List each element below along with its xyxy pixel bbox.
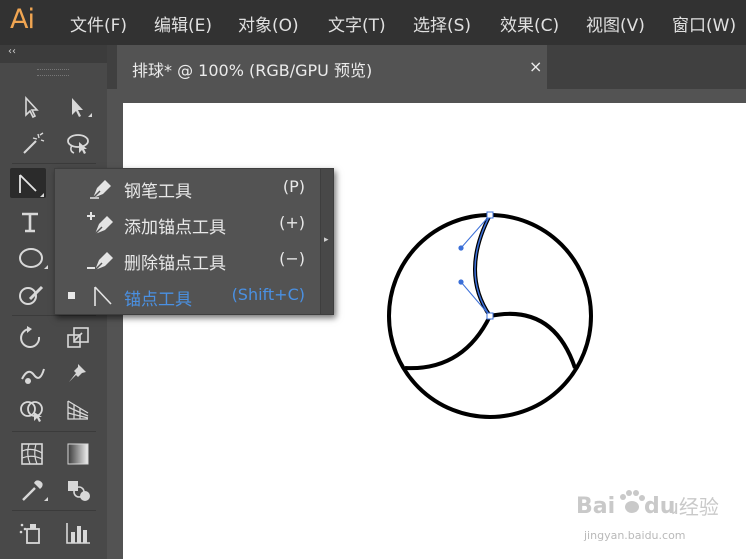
menu-effect[interactable]: 效果(C) (500, 11, 559, 36)
add-anchor-point-icon (87, 212, 113, 235)
gradient-icon (67, 443, 89, 465)
ellipse-tool[interactable] (14, 242, 50, 272)
column-graph-icon (66, 523, 90, 544)
anchor-point (486, 211, 494, 219)
selection-tool[interactable] (14, 92, 50, 122)
shape-builder-icon (20, 401, 43, 422)
watermark-url: jingyan.baidu.com (584, 529, 686, 542)
active-tool-marker (68, 292, 75, 299)
menu-object[interactable]: 对象(O) (238, 11, 299, 36)
pen-tool-flyout: 钢笔工具 (P) 添加锚点工具 (+) 删除锚点工具 (−) 锚点工具 (Shi… (54, 168, 334, 315)
lasso-icon (67, 134, 89, 154)
puppet-warp-tool[interactable] (60, 358, 96, 388)
shaper-icon (19, 285, 44, 305)
symbol-sprayer-tool[interactable] (14, 517, 50, 547)
type-tool[interactable] (14, 206, 50, 236)
direct-selection-arrow-icon (72, 98, 92, 117)
menu-bar: Ai 文件(F) 编辑(E) 对象(O) 文字(T) 选择(S) 效果(C) 视… (0, 0, 746, 45)
collapse-panel-button[interactable]: ‹‹ (8, 46, 16, 57)
anchor-point-tool-icon (19, 174, 44, 197)
delete-anchor-point-icon (87, 252, 113, 271)
selection-arrow-icon (25, 95, 39, 119)
scale-tool[interactable] (60, 322, 96, 352)
blend-tool[interactable] (60, 474, 96, 504)
blend-icon (68, 481, 90, 501)
flyout-shortcut: (Shift+C) (231, 285, 305, 304)
symbol-sprayer-icon (19, 523, 40, 544)
flyout-label: 删除锚点工具 (124, 254, 226, 274)
menu-window[interactable]: 窗口(W) (672, 11, 736, 36)
document-tab-bar: 排球* @ 100% (RGB/GPU 预览) × (107, 45, 746, 89)
ball-seam-left (404, 315, 492, 371)
anchor-point (486, 312, 494, 320)
perspective-grid-tool[interactable] (60, 394, 96, 424)
flyout-shortcut: (+) (279, 213, 305, 232)
pushpin-icon (69, 364, 86, 382)
magic-wand-icon (23, 132, 45, 154)
mesh-tool[interactable] (14, 438, 50, 468)
type-t-icon (22, 212, 38, 233)
document-tab[interactable]: 排球* @ 100% (RGB/GPU 预览) × (117, 45, 547, 89)
shape-builder-tool[interactable] (14, 394, 50, 424)
flyout-label: 钢笔工具 (124, 182, 192, 202)
menu-select[interactable]: 选择(S) (413, 11, 471, 36)
scale-icon (67, 327, 89, 348)
menu-edit[interactable]: 编辑(E) (154, 11, 212, 36)
flyout-item-add-anchor[interactable]: 添加锚点工具 (+) (55, 206, 321, 242)
magic-wand-tool[interactable] (14, 128, 50, 158)
flyout-tearoff-bar[interactable]: ▸ (320, 169, 333, 314)
panel-grip[interactable] (37, 69, 69, 76)
gradient-tool[interactable] (60, 438, 96, 468)
mesh-icon (21, 443, 43, 465)
column-graph-tool[interactable] (60, 517, 96, 547)
flyout-item-anchor-point[interactable]: 锚点工具 (Shift+C) (55, 278, 321, 314)
toolbar-divider (12, 315, 96, 316)
eyedropper-tool[interactable] (14, 474, 50, 504)
flyout-item-pen[interactable]: 钢笔工具 (P) (55, 170, 321, 206)
flyout-shortcut: (−) (279, 249, 305, 268)
document-tab-title: 排球* @ 100% (RGB/GPU 预览) (132, 61, 373, 80)
pen-tool-icon (90, 180, 111, 199)
svg-text:du: du (644, 494, 675, 519)
anchor-point-tool-icon (94, 286, 112, 306)
menu-view[interactable]: 视图(V) (586, 11, 645, 36)
toolbar-divider (12, 431, 96, 432)
toolbar-divider (12, 163, 96, 164)
flyout-item-delete-anchor[interactable]: 删除锚点工具 (−) (55, 242, 321, 278)
pen-tool-group[interactable] (10, 168, 46, 198)
close-icon[interactable]: × (529, 57, 542, 76)
rotate-tool[interactable] (14, 322, 50, 352)
rotate-icon (20, 326, 41, 348)
warp-tool[interactable] (14, 358, 50, 388)
flyout-label: 添加锚点工具 (124, 218, 226, 238)
direction-handle-point (458, 279, 464, 285)
lasso-tool[interactable] (60, 128, 96, 158)
app-logo: Ai (10, 4, 35, 35)
toolbar-divider (12, 510, 96, 511)
direction-handle-point (458, 245, 464, 251)
direct-selection-tool[interactable] (60, 92, 96, 122)
flyout-shortcut: (P) (282, 177, 305, 196)
perspective-grid-icon (67, 400, 89, 420)
tools-panel-header: ‹‹ (0, 45, 107, 63)
warp-icon (21, 368, 45, 384)
menu-type[interactable]: 文字(T) (328, 11, 386, 36)
svg-text:Bai: Bai (576, 494, 615, 519)
eyedropper-icon (22, 480, 48, 501)
ellipse-icon (19, 248, 48, 269)
flyout-label: 锚点工具 (124, 290, 192, 310)
menu-file[interactable]: 文件(F) (70, 11, 127, 36)
chevron-right-icon: ▸ (324, 235, 329, 245)
ball-seam-right (489, 311, 577, 369)
shaper-tool[interactable] (14, 278, 50, 308)
